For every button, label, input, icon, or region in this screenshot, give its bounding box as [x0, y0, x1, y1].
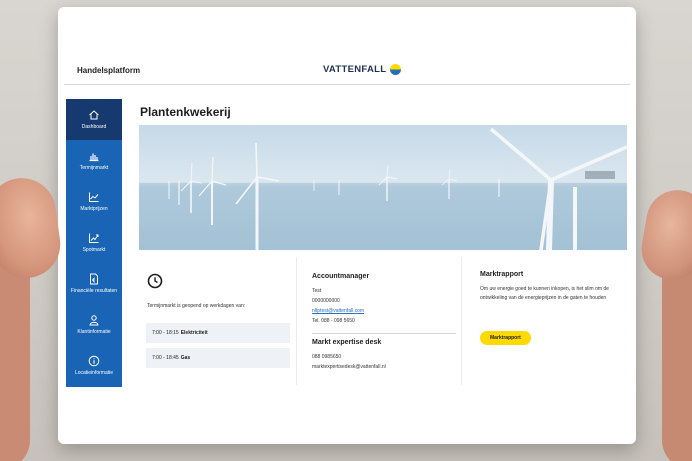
opening-hours-intro: Termijnmarkt is geopend op werkdagen van…: [147, 303, 246, 309]
person-icon: [89, 315, 99, 326]
sidebar-item-marktprijzen[interactable]: Marktprijzen: [66, 181, 122, 222]
hours-time: 7:00 - 18:15: [152, 330, 179, 336]
hours-label: Gas: [180, 355, 191, 361]
account-manager-name: Test: [312, 288, 322, 294]
info-icon: [88, 355, 100, 367]
sidebar-item-locatieinformatie[interactable]: Locatieinformatie: [66, 345, 122, 386]
hours-row-electricity: 7:00 - 18:15 Elektriciteit: [146, 323, 290, 343]
account-manager-email-link[interactable]: nltptest@vattenfall.com: [312, 308, 364, 314]
bar-chart-icon: [89, 153, 99, 162]
account-manager-number: 0000000000: [312, 298, 340, 304]
sidebar: Dashboard Termijnmarkt Marktprijzen Spot…: [66, 99, 122, 387]
top-header: Handelsplatform VATTENFALL: [64, 57, 630, 85]
right-thumb: [636, 185, 692, 285]
hero-image-wind-farm: [139, 125, 627, 250]
sidebar-item-spotmarkt[interactable]: Spotmarkt: [66, 222, 122, 263]
market-desk-heading: Markt expertise desk: [312, 339, 382, 346]
sidebar-item-label: Marktprijzen: [80, 206, 108, 212]
market-desk-phone: 088 0985650: [312, 354, 342, 360]
left-thumb: [0, 173, 65, 283]
trend-chart-icon: [89, 233, 99, 243]
document-euro-icon: [90, 273, 98, 285]
hours-time: 7:00 - 18:45: [152, 355, 179, 361]
page-title: Plantenkwekerij: [140, 105, 231, 119]
clock-icon: [147, 273, 163, 289]
home-icon: [89, 110, 99, 120]
tablet-device: Handelsplatform VATTENFALL Dashboard Ter…: [58, 7, 636, 444]
platform-name: Handelsplatform: [77, 66, 141, 75]
sidebar-item-termijnmarkt[interactable]: Termijnmarkt: [66, 140, 122, 181]
app-screen: Handelsplatform VATTENFALL Dashboard Ter…: [64, 57, 630, 417]
divider: [312, 333, 456, 334]
sidebar-item-label: Locatieinformatie: [74, 370, 114, 376]
sidebar-item-klantinformatie[interactable]: Klantinformatie: [66, 304, 122, 345]
opening-hours-panel: Termijnmarkt is geopend op werkdagen van…: [139, 257, 297, 385]
sidebar-item-dashboard[interactable]: Dashboard: [66, 99, 122, 140]
hours-label: Elektriciteit: [180, 330, 208, 336]
market-report-button[interactable]: Marktrapport: [480, 331, 531, 345]
sidebar-item-label: Spotmarkt: [82, 247, 106, 253]
market-report-panel: Marktrapport Om uw energie goed te kunne…: [470, 257, 628, 385]
brand-logo[interactable]: VATTENFALL: [323, 64, 402, 75]
sidebar-item-label: Termijnmarkt: [79, 165, 109, 171]
sidebar-item-label: Dashboard: [81, 124, 107, 130]
sidebar-item-label: Financiële resultaten: [70, 288, 118, 294]
right-hand: [662, 250, 692, 461]
hours-row-gas: 7:00 - 18:45 Gas: [146, 348, 290, 368]
account-manager-panel: Accountmanager Test 0000000000 nltptest@…: [304, 257, 462, 385]
market-desk-email[interactable]: marktexpertisedesk@vattenfall.nl: [312, 364, 386, 370]
market-report-text: Om uw energie goed te kunnen inkopen, is…: [480, 286, 609, 301]
account-manager-phone: Tel. 088 - 098 5650: [312, 318, 355, 324]
account-manager-heading: Accountmanager: [312, 273, 370, 280]
brand-name: VATTENFALL: [323, 64, 387, 75]
line-chart-icon: [89, 192, 99, 202]
vattenfall-logo-icon: [390, 64, 402, 75]
market-report-heading: Marktrapport: [480, 271, 524, 278]
sidebar-item-financiele-resultaten[interactable]: Financiële resultaten: [66, 263, 122, 304]
sidebar-item-label: Klantinformatie: [77, 329, 111, 335]
